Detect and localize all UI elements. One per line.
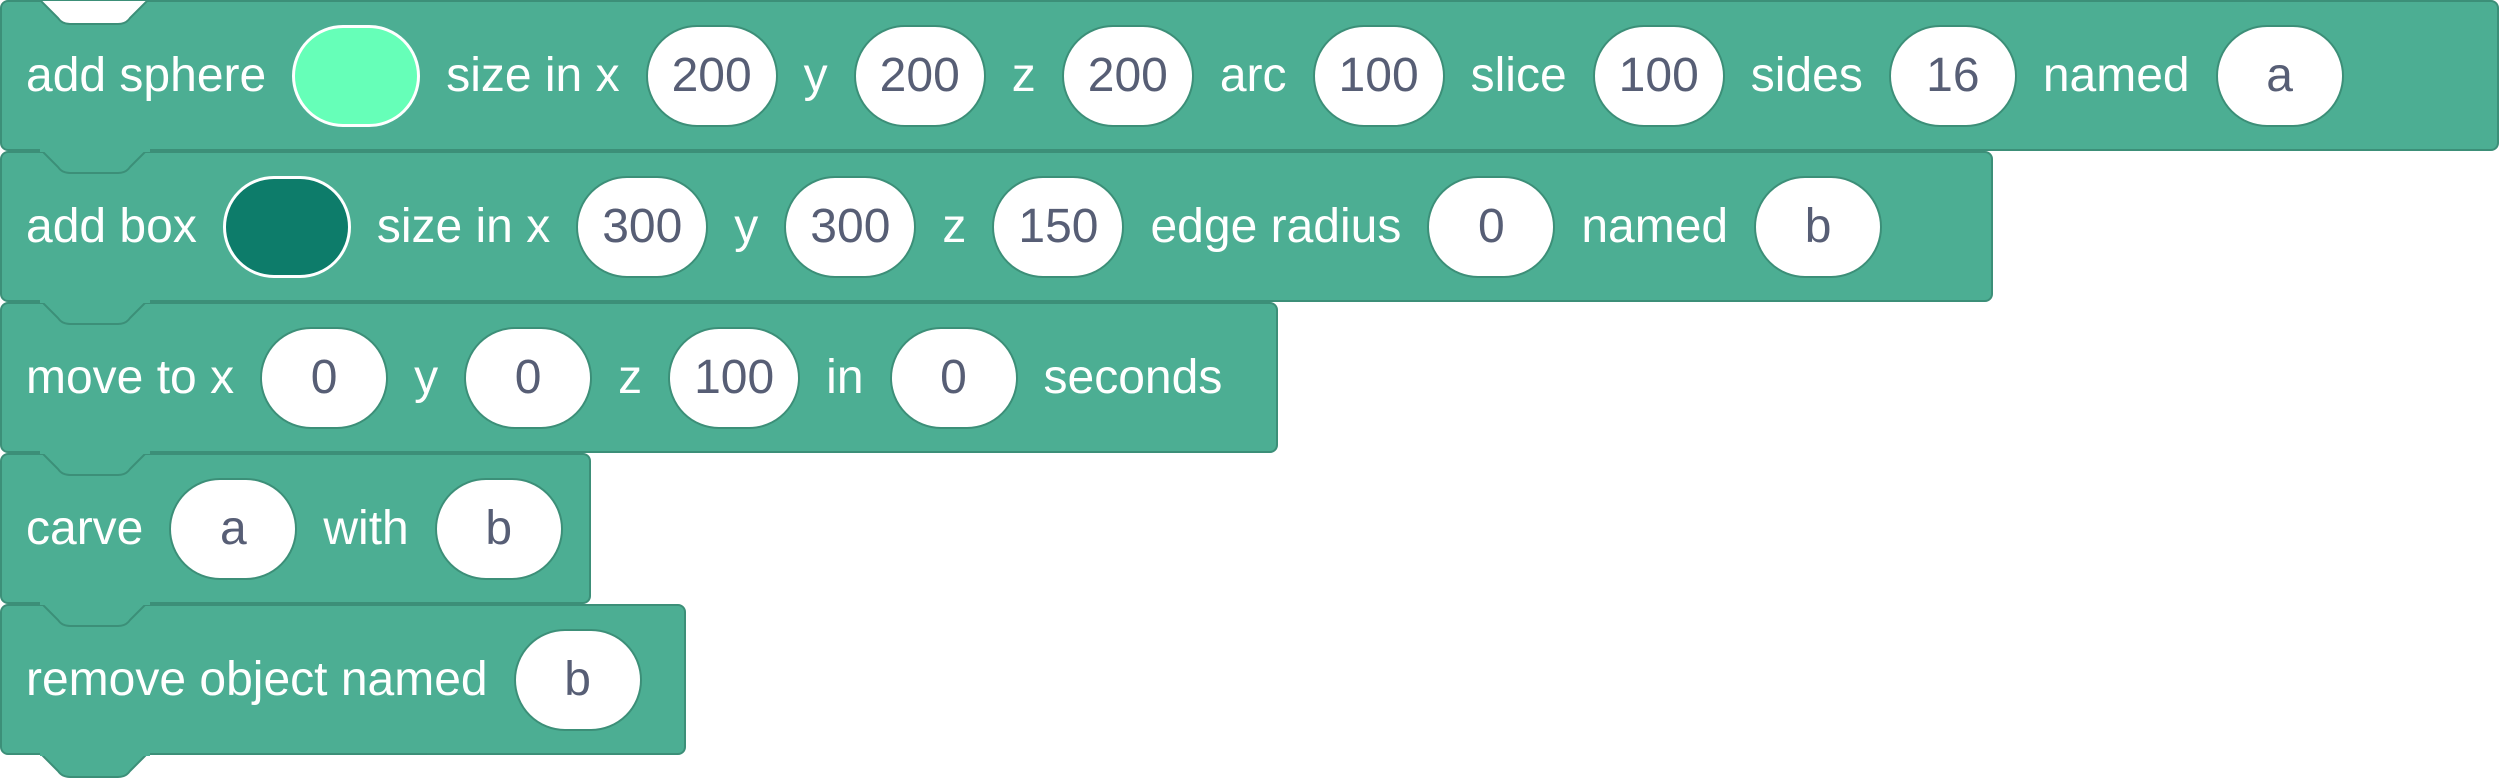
box-size-x-input[interactable]: 300 — [576, 175, 709, 278]
label-z: z — [618, 350, 643, 404]
block-tab — [40, 300, 150, 325]
sphere-size-x-input[interactable]: 200 — [645, 24, 778, 127]
sphere-size-y-input[interactable]: 200 — [853, 24, 986, 127]
label-z: z — [942, 199, 967, 253]
block-tab — [40, 602, 150, 627]
label-y: y — [803, 48, 828, 102]
remove-name-input[interactable]: b — [513, 628, 642, 731]
block-notch — [40, 0, 150, 25]
label-y: y — [414, 350, 439, 404]
label-z: z — [1011, 48, 1036, 102]
add-box-block[interactable]: add box size in x 300 y 300 z 150 edge r… — [0, 151, 1993, 325]
label-y: y — [734, 199, 759, 253]
box-name-input[interactable]: b — [1754, 175, 1883, 278]
move-to-block[interactable]: move to x 0 y 0 z 100 in 0 seconds — [0, 302, 1278, 476]
label-add-sphere: add sphere — [26, 48, 267, 102]
label-sides: sides — [1750, 48, 1863, 102]
label-seconds: seconds — [1043, 350, 1223, 404]
label-add-box: add box — [26, 199, 197, 253]
block-tab — [40, 149, 150, 174]
sphere-name-input[interactable]: a — [2215, 24, 2344, 127]
label-size-in-x: size in x — [376, 199, 551, 253]
label-with: with — [323, 501, 409, 555]
sphere-sides-input[interactable]: 16 — [1888, 24, 2017, 127]
carve-tool-input[interactable]: b — [434, 477, 563, 580]
label-slice: slice — [1470, 48, 1567, 102]
move-seconds-input[interactable]: 0 — [889, 326, 1018, 429]
box-size-z-input[interactable]: 150 — [992, 175, 1125, 278]
sphere-arc-input[interactable]: 100 — [1312, 24, 1445, 127]
block-tab — [40, 753, 150, 778]
move-y-input[interactable]: 0 — [464, 326, 593, 429]
move-z-input[interactable]: 100 — [668, 326, 801, 429]
label-edge-radius: edge radius — [1150, 199, 1402, 253]
add-sphere-block[interactable]: add sphere size in x 200 y 200 z 200 arc… — [0, 0, 2499, 174]
label-remove-object-named: remove object named — [26, 652, 488, 706]
sphere-size-z-input[interactable]: 200 — [1061, 24, 1194, 127]
box-size-y-input[interactable]: 300 — [784, 175, 917, 278]
carve-target-input[interactable]: a — [169, 477, 298, 580]
sphere-slice-input[interactable]: 100 — [1592, 24, 1725, 127]
label-size-in-x: size in x — [446, 48, 620, 102]
label-named: named — [2042, 48, 2190, 102]
box-edge-radius-input[interactable]: 0 — [1427, 175, 1556, 278]
block-tab — [40, 451, 150, 476]
box-color-picker[interactable] — [222, 175, 351, 278]
move-x-input[interactable]: 0 — [260, 326, 389, 429]
label-named: named — [1581, 199, 1729, 253]
label-in: in — [826, 350, 864, 404]
label-carve: carve — [26, 501, 144, 555]
sphere-color-picker[interactable] — [292, 24, 421, 127]
label-move-to-x: move to x — [26, 350, 235, 404]
label-arc: arc — [1219, 48, 1287, 102]
